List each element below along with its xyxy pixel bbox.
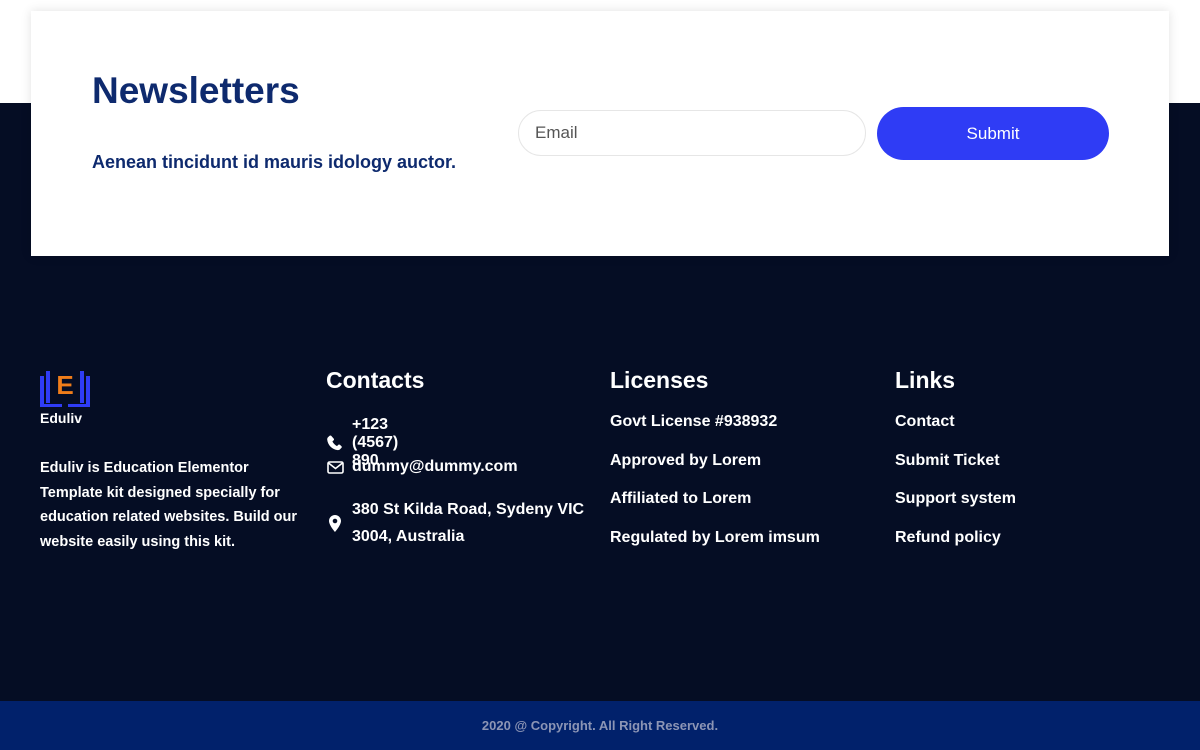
- contact-address: 380 St Kilda Road, Sydeny VIC 3004, Aust…: [326, 497, 597, 550]
- license-item: Regulated by Lorem imsum: [610, 528, 820, 546]
- contact-email[interactable]: dummy@dummy.com: [326, 458, 518, 476]
- links-column: Links Contact Submit Ticket Support syst…: [895, 366, 1016, 546]
- contact-address-text: 380 St Kilda Road, Sydeny VIC 3004, Aust…: [352, 501, 585, 545]
- brand-description: Eduliv is Education Elementor Template k…: [40, 460, 298, 550]
- map-pin-icon: [326, 515, 344, 533]
- license-item: Approved by Lorem: [610, 451, 762, 469]
- newsletter-title: Newsletters: [92, 70, 300, 111]
- link-submit-ticket[interactable]: Submit Ticket: [895, 452, 1000, 469]
- copyright-bar: 2020 @ Copyright. All Right Reserved.: [0, 701, 1200, 750]
- license-item: Affiliated to Lorem: [610, 490, 752, 507]
- book-logo-icon: E: [40, 370, 90, 407]
- licenses-list: Govt License #938932 Approved by Lorem A…: [610, 412, 820, 566]
- phone-icon: [326, 434, 344, 452]
- brand-logo[interactable]: E Eduliv: [40, 368, 100, 426]
- newsletter-card: Newsletters Aenean tincidunt id mauris i…: [31, 11, 1169, 256]
- license-item: Govt License #938932: [610, 413, 778, 430]
- logo-letter: E: [56, 370, 73, 400]
- envelope-icon: [326, 458, 344, 476]
- link-support-system[interactable]: Support system: [895, 490, 1016, 507]
- contacts-column: Contacts +123 (4567) 890 dummy@dummy.com…: [326, 366, 584, 545]
- contact-email-text: dummy@dummy.com: [352, 458, 518, 475]
- licenses-column: Licenses Govt License #938932 Approved b…: [610, 366, 820, 546]
- contacts-title: Contacts: [326, 367, 425, 393]
- brand-name: Eduliv: [40, 410, 83, 426]
- newsletter-subtitle: Aenean tincidunt id mauris idology aucto…: [92, 152, 457, 172]
- links-list: Contact Submit Ticket Support system Ref…: [895, 412, 1016, 566]
- link-contact[interactable]: Contact: [895, 413, 955, 430]
- licenses-title: Licenses: [610, 367, 709, 393]
- submit-button[interactable]: Submit: [877, 107, 1109, 160]
- link-refund-policy[interactable]: Refund policy: [895, 529, 1001, 546]
- links-title: Links: [895, 367, 956, 393]
- email-input[interactable]: [518, 110, 866, 156]
- copyright-text: 2020 @ Copyright. All Right Reserved.: [481, 718, 719, 733]
